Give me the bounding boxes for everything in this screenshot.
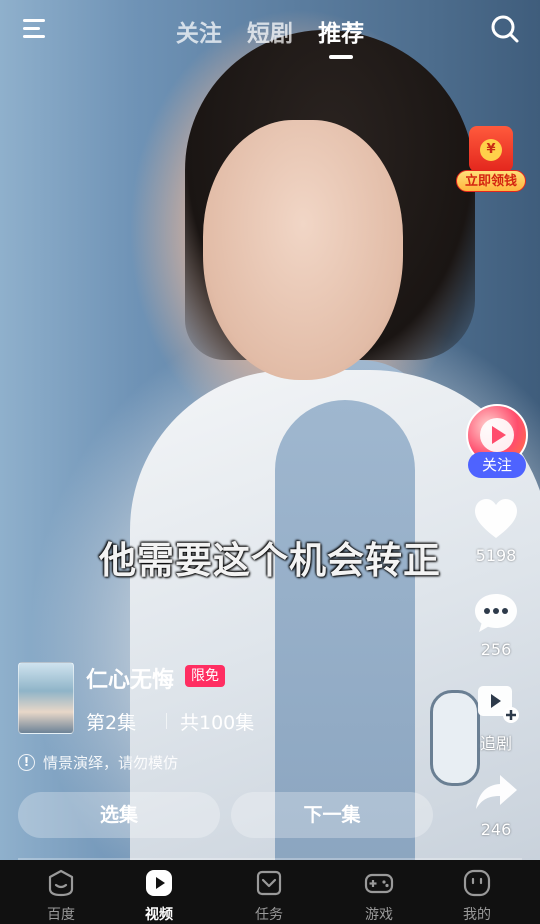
bottom-nav-profile[interactable]: 我的 bbox=[437, 868, 517, 924]
creator-avatar-block: 关注 bbox=[464, 400, 528, 482]
add-to-playlist-icon bbox=[478, 686, 519, 723]
red-packet-label: 立即领钱 bbox=[456, 170, 526, 192]
drama-info-card[interactable]: 仁心无悔 限免 第2集 共100集 bbox=[18, 662, 438, 738]
comment-count: 256 bbox=[480, 640, 512, 659]
bottom-nav-task[interactable]: 任务 bbox=[229, 868, 309, 924]
play-icon bbox=[146, 870, 172, 896]
like-button[interactable]: 5198 bbox=[462, 498, 530, 565]
tab-short-drama[interactable]: 短剧 bbox=[247, 14, 293, 48]
select-episode-button[interactable]: 选集 bbox=[18, 792, 220, 838]
current-episode: 第2集 bbox=[86, 712, 137, 734]
video-subtitle: 他需要这个机会转正 bbox=[99, 539, 441, 582]
heart-icon bbox=[475, 499, 517, 538]
search-icon[interactable] bbox=[488, 12, 522, 46]
baidu-face-icon bbox=[48, 869, 74, 897]
like-count: 5198 bbox=[475, 546, 517, 565]
disclaimer-text: 情景演绎，请勿模仿 bbox=[43, 754, 179, 772]
comment-icon bbox=[475, 594, 517, 632]
tab-following[interactable]: 关注 bbox=[176, 14, 222, 48]
video-scene-face bbox=[203, 120, 403, 380]
coin-icon: ¥ bbox=[480, 139, 502, 161]
drama-title[interactable]: 仁心无悔 bbox=[86, 662, 174, 694]
drama-poster[interactable] bbox=[18, 662, 74, 734]
info-icon: ! bbox=[18, 754, 35, 771]
top-nav: 关注 短剧 推荐 bbox=[0, 0, 540, 70]
bottom-nav-profile-label: 我的 bbox=[463, 907, 491, 923]
follow-button[interactable]: 关注 bbox=[468, 452, 526, 478]
bottom-nav-video-label: 视频 bbox=[145, 907, 173, 923]
share-icon bbox=[476, 775, 517, 809]
feed-tabs: 关注 短剧 推荐 bbox=[0, 14, 540, 59]
profile-icon bbox=[463, 869, 491, 897]
follow-drama-button[interactable]: 追剧 bbox=[462, 682, 530, 754]
tab-recommended[interactable]: 推荐 bbox=[318, 14, 364, 59]
next-episode-button[interactable]: 下一集 bbox=[231, 792, 433, 838]
task-icon bbox=[256, 870, 282, 896]
share-count: 246 bbox=[480, 820, 512, 839]
total-episodes: 共100集 bbox=[180, 712, 255, 734]
episode-divider bbox=[166, 713, 167, 729]
bottom-nav-game-label: 游戏 bbox=[365, 907, 393, 923]
gamepad-icon bbox=[364, 873, 394, 894]
bottom-nav-baidu-label: 百度 bbox=[47, 907, 75, 923]
free-badge: 限免 bbox=[185, 665, 225, 687]
comment-button[interactable]: 256 bbox=[462, 592, 530, 659]
bottom-nav-video[interactable]: 视频 bbox=[119, 868, 199, 924]
bottom-nav-task-label: 任务 bbox=[255, 907, 283, 923]
bottom-nav: 百度 视频 任务 游戏 我的 bbox=[0, 860, 540, 924]
red-packet-promo[interactable]: ¥ 立即领钱 bbox=[456, 122, 528, 196]
follow-drama-label: 追剧 bbox=[479, 734, 512, 753]
bottom-nav-baidu[interactable]: 百度 bbox=[21, 868, 101, 924]
bottom-nav-game[interactable]: 游戏 bbox=[339, 868, 419, 924]
share-button[interactable]: 246 bbox=[462, 772, 530, 839]
